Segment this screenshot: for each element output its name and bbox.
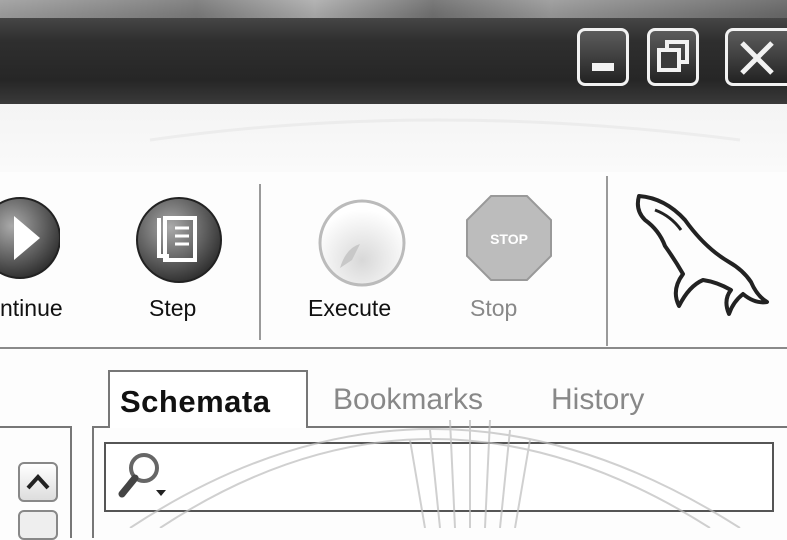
execute-icon xyxy=(318,199,406,287)
continue-button[interactable] xyxy=(0,190,61,290)
execute-label: Execute xyxy=(308,295,392,321)
continue-label: ntinue xyxy=(0,295,63,321)
scroll-up-button[interactable] xyxy=(18,462,58,502)
tab-history[interactable]: History xyxy=(551,383,644,417)
close-button[interactable] xyxy=(725,28,787,86)
tab-schemata[interactable]: Schemata xyxy=(108,370,308,428)
play-icon xyxy=(0,197,61,279)
step-button[interactable] xyxy=(135,196,225,290)
close-icon xyxy=(740,41,774,75)
minimize-button[interactable] xyxy=(577,28,629,86)
toolbar-separator xyxy=(606,176,608,346)
stop-icon: STOP xyxy=(466,195,552,281)
scroll-button[interactable] xyxy=(18,510,58,540)
menu-band xyxy=(0,104,787,172)
desktop-strip xyxy=(0,0,787,18)
stop-sign-text: STOP xyxy=(490,231,528,247)
tab-bookmarks[interactable]: Bookmarks xyxy=(333,383,483,417)
search-icon xyxy=(118,453,166,498)
stop-label: Stop xyxy=(470,295,518,321)
toolbar-separator xyxy=(259,184,261,340)
restore-icon xyxy=(657,40,689,72)
search-input[interactable] xyxy=(104,442,774,512)
restore-button[interactable] xyxy=(647,28,699,86)
stop-button[interactable]: STOP xyxy=(465,194,555,288)
step-icon xyxy=(136,197,222,283)
dolphin-logo-icon xyxy=(625,190,785,334)
toolbar: ntinue Step Execute STOP Stop xyxy=(0,172,787,347)
minimize-icon xyxy=(592,63,614,71)
toolbar-bottom-border xyxy=(0,347,787,349)
step-label: Step xyxy=(149,295,197,321)
execute-button[interactable] xyxy=(316,198,408,292)
chevron-up-icon xyxy=(26,474,50,490)
window-title-bar xyxy=(0,0,787,104)
